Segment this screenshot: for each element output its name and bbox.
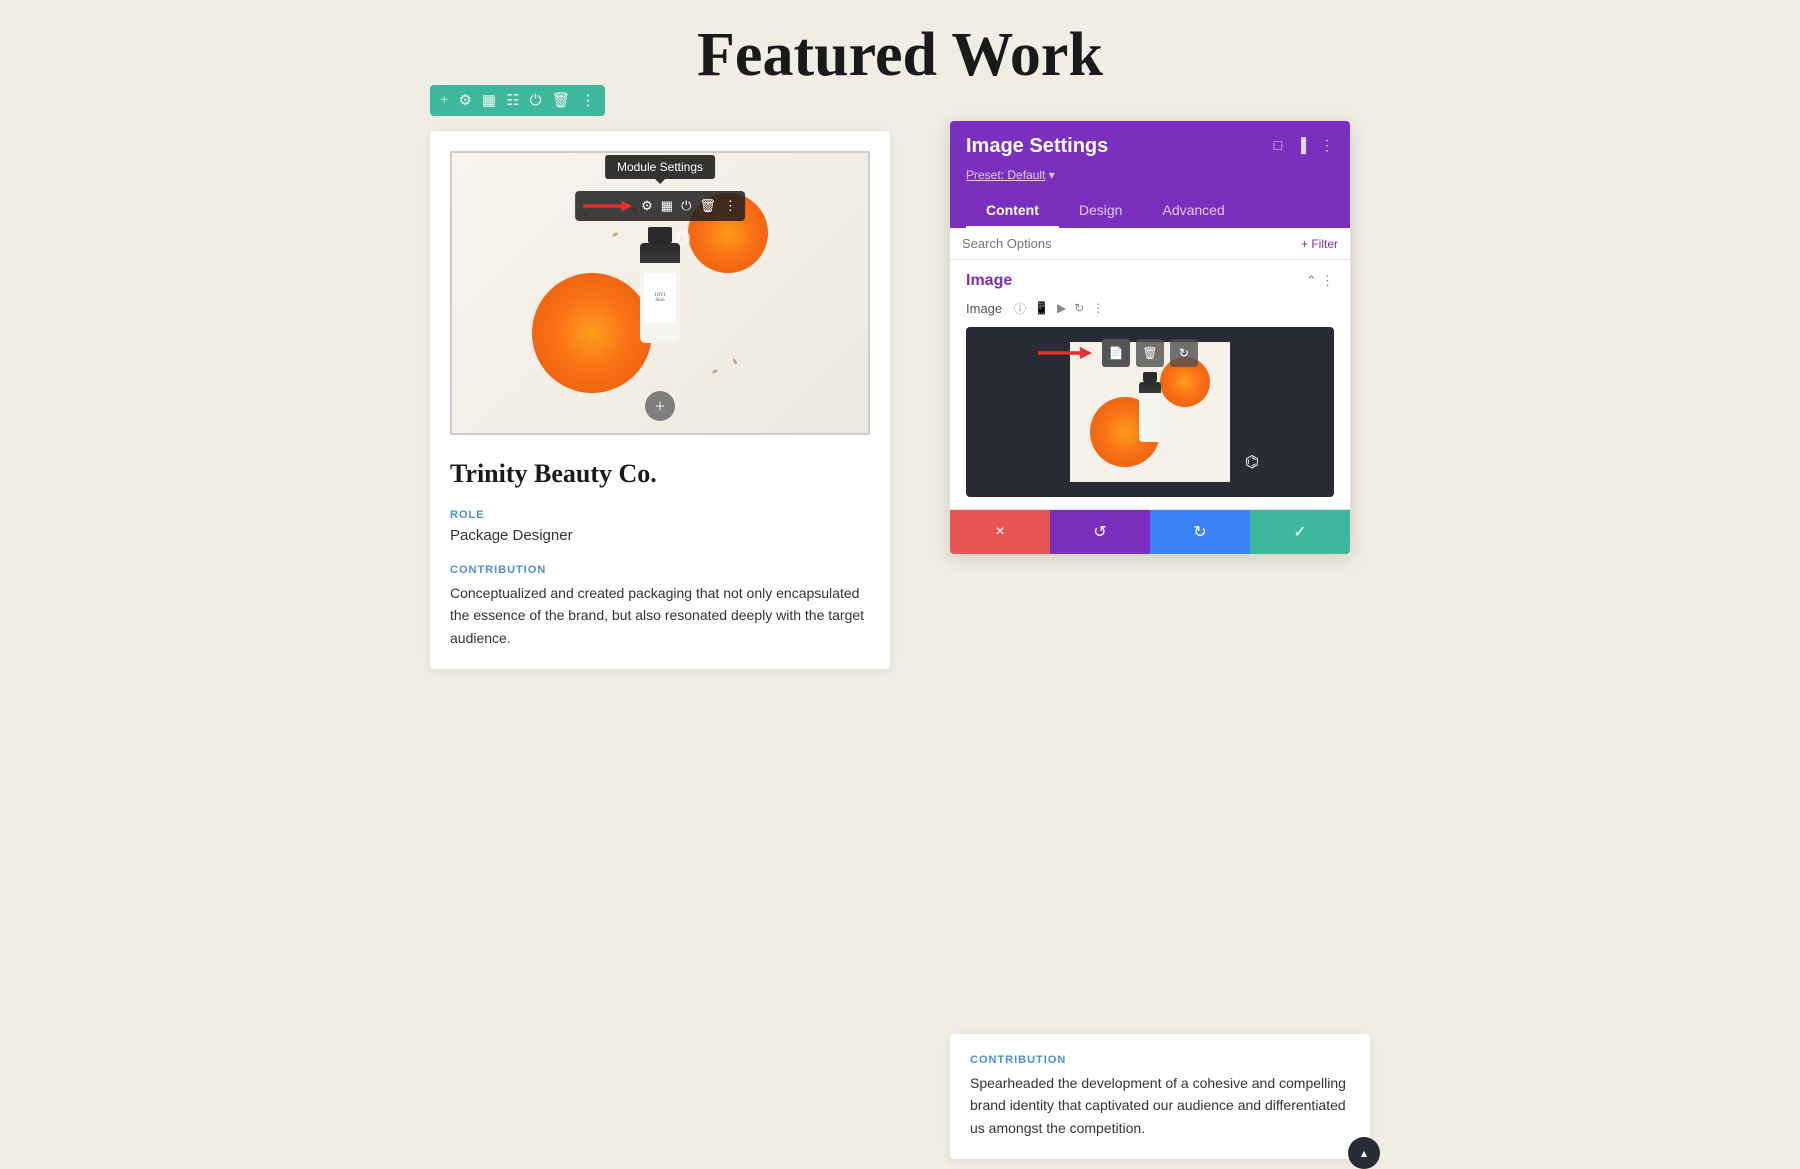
settings-title: Image Settings bbox=[966, 135, 1108, 158]
settings-title-row: Image Settings □ ▐ ⋮ bbox=[966, 135, 1334, 158]
overlay-tooltip: Module Settings bbox=[605, 155, 715, 179]
fullscreen-icon[interactable]: □ bbox=[1274, 139, 1282, 155]
tab-advanced[interactable]: Advanced bbox=[1142, 194, 1244, 228]
card-image-container: DIVISkin Module Settings bbox=[450, 151, 870, 435]
preview-overlay-toolbar: 📄 🗑 ↻ bbox=[1102, 339, 1198, 367]
image-plus-button[interactable]: + bbox=[645, 391, 675, 421]
preset-link[interactable]: Preset: Default bbox=[966, 168, 1045, 182]
dots-overlay-icon[interactable]: ⋮ bbox=[724, 198, 737, 214]
contribution-text: Conceptualized and created packaging tha… bbox=[450, 582, 870, 649]
search-input[interactable] bbox=[962, 236, 1293, 251]
preview-trash-btn[interactable]: 🗑 bbox=[1136, 339, 1164, 367]
seed-4 bbox=[732, 358, 738, 365]
image-section-title: Image bbox=[966, 272, 1012, 290]
image-preview-area: 📄 🗑 ↻ ⌬ bbox=[966, 327, 1334, 497]
header-dots-icon[interactable]: ⋮ bbox=[1320, 138, 1334, 155]
preview-cursor: ⌬ bbox=[1245, 452, 1259, 472]
grid-icon[interactable]: ☷ bbox=[506, 91, 519, 110]
settings-panel: Image Settings □ ▐ ⋮ Preset: Default ▾ C… bbox=[950, 121, 1350, 554]
page-title: Featured Work bbox=[697, 20, 1103, 91]
product-bottle: DIVISkin bbox=[640, 243, 680, 343]
card-title: Trinity Beauty Co. bbox=[450, 459, 870, 489]
copy-overlay-icon[interactable]: ▦ bbox=[661, 198, 673, 214]
seed-2 bbox=[612, 232, 619, 238]
red-arrow-svg bbox=[583, 196, 633, 216]
seed-5 bbox=[712, 369, 719, 374]
product-label: DIVISkin bbox=[644, 273, 676, 323]
content-area: + ⚙ ▦ ☷ ⏻ 🗑 ⋮ DIVISkin bbox=[0, 131, 1800, 1159]
filter-button[interactable]: + Filter bbox=[1301, 237, 1338, 251]
contribution-label: CONTRIBUTION bbox=[450, 564, 870, 576]
power-icon[interactable]: ⏻ bbox=[530, 92, 542, 110]
plus-icon[interactable]: + bbox=[440, 92, 448, 109]
trash-icon[interactable]: 🗑 bbox=[551, 91, 570, 110]
red-arrow bbox=[583, 196, 633, 216]
image-section-controls: ⌃ ⋮ bbox=[1306, 273, 1334, 289]
card-image: DIVISkin Module Settings bbox=[452, 153, 868, 433]
section-dots-icon[interactable]: ⋮ bbox=[1321, 273, 1334, 289]
image-section-header: Image ⌃ ⋮ bbox=[966, 272, 1334, 290]
settings-header: Image Settings □ ▐ ⋮ Preset: Default ▾ C… bbox=[950, 121, 1350, 228]
power-overlay-icon[interactable]: ⏻ bbox=[681, 198, 691, 214]
mobile-icon[interactable]: 📱 bbox=[1034, 301, 1049, 316]
right-section: Image Settings □ ▐ ⋮ Preset: Default ▾ C… bbox=[950, 131, 1370, 1159]
tab-content[interactable]: Content bbox=[966, 194, 1059, 228]
module-toolbar[interactable]: + ⚙ ▦ ☷ ⏻ 🗑 ⋮ bbox=[430, 85, 605, 116]
help-icon[interactable]: ⓘ bbox=[1014, 300, 1026, 317]
confirm-button[interactable]: ✓ bbox=[1250, 510, 1350, 554]
gear-icon[interactable]: ⚙ bbox=[458, 91, 471, 110]
right-portfolio-card: CONTRIBUTION Spearheaded the development… bbox=[950, 1034, 1370, 1159]
cursor-pointer: ⌬ bbox=[675, 228, 691, 249]
image-field-label: Image bbox=[966, 301, 1006, 316]
settings-header-icons: □ ▐ ⋮ bbox=[1274, 138, 1334, 155]
trash-overlay-icon[interactable]: 🗑 bbox=[699, 198, 716, 214]
collapse-icon[interactable]: ⌃ bbox=[1306, 273, 1317, 289]
preview-red-arrow-svg bbox=[1038, 343, 1093, 363]
role-label: ROLE bbox=[450, 509, 870, 521]
right-contribution-text: Spearheaded the development of a cohesiv… bbox=[970, 1072, 1350, 1139]
role-value: Package Designer bbox=[450, 527, 870, 544]
preview-red-arrow bbox=[1038, 343, 1093, 363]
image-overlay-toolbar: Module Settings ⚙ ▦ ⏻ 🗑 bbox=[575, 191, 745, 221]
settings-actions: × ↺ ↻ ✓ bbox=[950, 509, 1350, 554]
orange-slice-big bbox=[532, 273, 652, 393]
settings-preset: Preset: Default ▾ bbox=[966, 168, 1334, 182]
settings-gear-icon[interactable]: ⚙ bbox=[641, 198, 653, 214]
split-icon[interactable]: ▐ bbox=[1296, 139, 1306, 155]
refresh-icon[interactable]: ↻ bbox=[1074, 301, 1084, 316]
copy-icon[interactable]: ▦ bbox=[482, 91, 496, 110]
image-field-row: Image ⓘ 📱 ▶ ↻ ⋮ bbox=[966, 300, 1334, 317]
cursor-icon[interactable]: ▶ bbox=[1057, 301, 1066, 316]
page-wrapper: Featured Work + ⚙ ▦ ☷ ⏻ 🗑 ⋮ bbox=[0, 0, 1800, 1159]
tab-design[interactable]: Design bbox=[1059, 194, 1143, 228]
left-section: + ⚙ ▦ ☷ ⏻ 🗑 ⋮ DIVISkin bbox=[430, 131, 890, 1159]
preview-upload-btn[interactable]: 📄 bbox=[1102, 339, 1130, 367]
preview-undo-btn[interactable]: ↻ bbox=[1170, 339, 1198, 367]
dots-icon[interactable]: ⋮ bbox=[580, 91, 595, 110]
preview-bottle bbox=[1139, 382, 1161, 442]
cancel-button[interactable]: × bbox=[950, 510, 1050, 554]
settings-body: + Filter Image ⌃ ⋮ Imag bbox=[950, 228, 1350, 509]
right-contribution-label: CONTRIBUTION bbox=[970, 1054, 1350, 1066]
image-section: Image ⌃ ⋮ Image ⓘ 📱 ▶ ↻ bbox=[950, 260, 1350, 509]
search-bar: + Filter bbox=[950, 228, 1350, 260]
portfolio-card: DIVISkin Module Settings bbox=[430, 131, 890, 669]
settings-tabs: Content Design Advanced bbox=[966, 194, 1334, 228]
undo-button[interactable]: ↺ bbox=[1050, 510, 1150, 554]
scroll-indicator[interactable]: ▴ bbox=[1348, 1137, 1380, 1169]
redo-button[interactable]: ↻ bbox=[1150, 510, 1250, 554]
field-dots-icon[interactable]: ⋮ bbox=[1092, 301, 1104, 316]
